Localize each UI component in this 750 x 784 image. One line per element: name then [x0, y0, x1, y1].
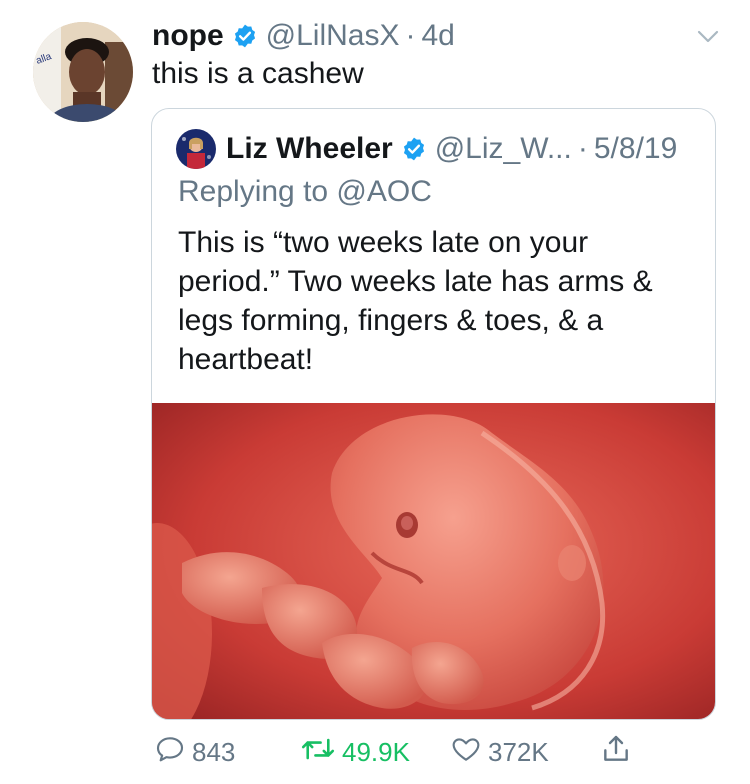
quoted-text-line: legs forming, fingers & toes, & a [178, 304, 604, 337]
replying-to: Replying to @AOC [178, 175, 432, 208]
like-button[interactable]: 372K [450, 732, 549, 772]
action-bar: 843 49.9K 372K [152, 732, 652, 772]
quoted-display-name: Liz Wheeler [226, 132, 393, 165]
timestamp[interactable]: 4d [422, 19, 455, 53]
verified-badge-icon [401, 136, 427, 162]
author-avatar[interactable]: alla [33, 22, 133, 122]
quoted-text-line: heartbeat! [178, 343, 314, 376]
tweet-header: nope @LilNasX · 4d [152, 16, 455, 56]
quoted-author-avatar [176, 129, 216, 169]
share-button[interactable] [600, 732, 638, 772]
retweet-button[interactable]: 49.9K [300, 732, 410, 772]
share-icon [600, 733, 638, 772]
separator-dot: · [405, 19, 416, 52]
tweet: alla nope @LilNasX · 4d this is a cashew [0, 0, 750, 784]
quoted-date: 5/8/19 [593, 132, 678, 165]
handle[interactable]: @LilNasX [266, 19, 400, 53]
quoted-tweet-text: This is “two weeks late on your period.”… [178, 223, 698, 379]
display-name[interactable]: nope [152, 19, 224, 53]
quoted-tweet-card[interactable]: Liz Wheeler @Liz_W... · 5/8/19 Replying … [151, 108, 716, 720]
separator-dot: · [577, 132, 588, 165]
verified-badge-icon [232, 23, 258, 49]
reply-icon [154, 733, 192, 772]
like-count: 372K [488, 736, 549, 767]
quoted-text-line: This is “two weeks late on your [178, 226, 589, 259]
reply-button[interactable]: 843 [154, 732, 235, 772]
quoted-tweet-image[interactable] [152, 403, 715, 719]
like-icon [450, 733, 488, 772]
reply-count: 843 [192, 736, 236, 767]
quoted-tweet-header: Liz Wheeler @Liz_W... · 5/8/19 [176, 129, 677, 169]
chevron-down-icon[interactable] [694, 22, 722, 50]
retweet-icon [300, 733, 342, 772]
retweet-count: 49.9K [342, 736, 410, 767]
tweet-text: this is a cashew [152, 57, 364, 90]
quoted-text-line: period.” Two weeks late has arms & [178, 265, 653, 298]
quoted-handle: @Liz_W... [434, 132, 572, 165]
